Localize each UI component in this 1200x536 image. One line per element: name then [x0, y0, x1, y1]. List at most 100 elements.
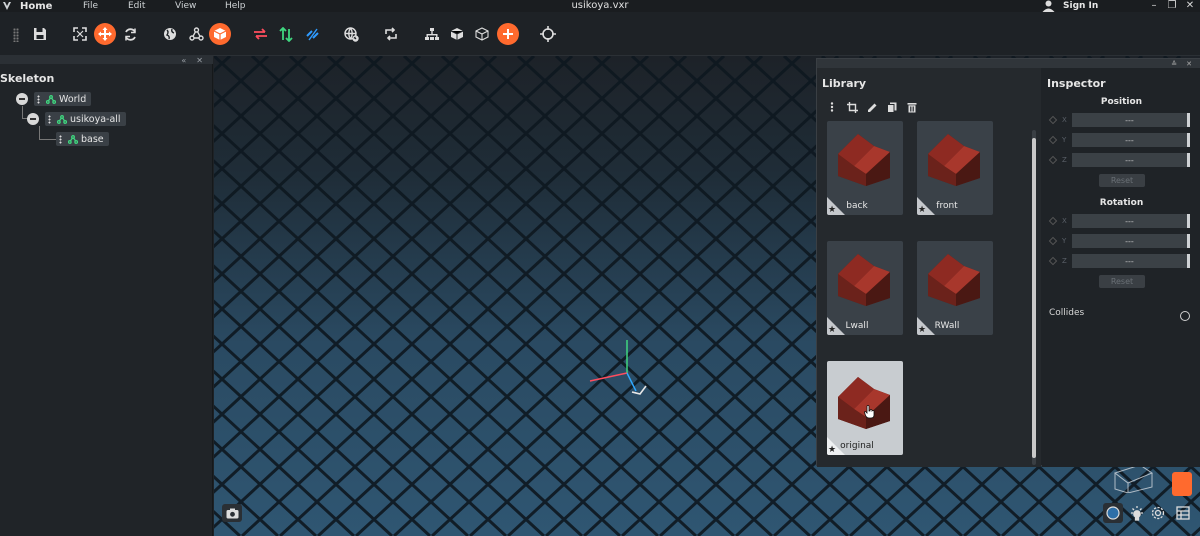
star-icon[interactable]: ★ [918, 325, 926, 335]
keyframe-diamond-icon[interactable] [1048, 135, 1058, 145]
close-window-icon[interactable]: ✕ [1186, 60, 1192, 68]
minimize-icon[interactable]: – [1146, 0, 1162, 12]
floating-window-header[interactable]: ≙ ✕ [817, 59, 1200, 68]
tree-icon[interactable] [421, 23, 443, 45]
rotation-y-field[interactable]: Y --- [1048, 234, 1190, 248]
skeleton-title: Skeleton [0, 72, 55, 85]
shading-button[interactable] [1103, 503, 1123, 523]
tree-node-label[interactable]: usikoya-all [45, 112, 126, 126]
home-menu[interactable]: Home [20, 1, 66, 12]
star-icon[interactable]: ★ [828, 445, 836, 455]
tree-node-world[interactable]: World [16, 92, 92, 106]
app-logo-icon [0, 0, 14, 12]
position-y-input[interactable]: --- [1072, 133, 1190, 147]
wire-cube-icon[interactable] [471, 23, 493, 45]
screenshot-button[interactable] [222, 504, 242, 522]
refresh-icon[interactable] [380, 23, 402, 45]
restore-icon[interactable]: ❐ [1164, 0, 1180, 12]
keyframe-diamond-icon[interactable] [1048, 256, 1058, 266]
rotation-x-field[interactable]: X --- [1048, 214, 1190, 228]
drag-handle-icon[interactable] [59, 134, 62, 144]
crosshair-icon[interactable] [537, 23, 559, 45]
library-item-rwall[interactable]: RWall ★ [917, 241, 993, 335]
rotation-x-input[interactable]: --- [1072, 214, 1190, 228]
gear-icon [1151, 506, 1165, 520]
skeleton-panel-header: « ✕ [0, 56, 213, 65]
keyframe-diamond-icon[interactable] [1048, 115, 1058, 125]
copy-icon[interactable] [885, 100, 899, 114]
library-title: Library [822, 77, 867, 90]
position-x-field[interactable]: X --- [1048, 113, 1190, 127]
voxel-cube-icon[interactable] [209, 23, 231, 45]
toolbar [0, 12, 1200, 56]
hierarchy-icon[interactable] [185, 23, 207, 45]
sign-in-label: Sign In [1063, 1, 1099, 11]
tree-node-label[interactable]: base [56, 132, 109, 146]
add-icon[interactable] [497, 23, 519, 45]
lighting-button[interactable] [1127, 503, 1147, 523]
solid-cube-icon[interactable] [446, 23, 468, 45]
bone-icon [46, 94, 56, 104]
library-item-lwall[interactable]: Lwall ★ [827, 241, 903, 335]
axis-marker [1172, 472, 1192, 496]
rotation-section-title: Rotation [1099, 198, 1144, 208]
keyframe-diamond-icon[interactable] [1048, 155, 1058, 165]
rotation-reset-button[interactable]: Reset [1099, 275, 1145, 288]
drag-handle-icon[interactable] [37, 94, 40, 104]
tree-node-usikoya-all[interactable]: usikoya-all [27, 112, 126, 126]
library-scrollbar-thumb[interactable] [1032, 138, 1036, 458]
star-icon[interactable]: ★ [828, 205, 836, 215]
fit-view-icon[interactable] [69, 23, 91, 45]
menu-view[interactable]: View [175, 1, 196, 11]
transform-gizmo[interactable] [584, 336, 654, 400]
globe-icon[interactable] [159, 23, 181, 45]
menu-file[interactable]: File [83, 1, 98, 11]
crop-icon[interactable] [845, 100, 859, 114]
menu-edit[interactable]: Edit [128, 1, 145, 11]
move-tool-icon[interactable] [94, 23, 116, 45]
sort-icon[interactable] [275, 23, 297, 45]
collides-toggle[interactable] [1180, 311, 1190, 321]
library-inspector-window: ≙ ✕ Library back ★ front ★ Lwall ★ RWall… [816, 58, 1200, 467]
position-z-field[interactable]: Z --- [1048, 153, 1190, 167]
rotation-z-field[interactable]: Z --- [1048, 254, 1190, 268]
link-icon[interactable] [301, 23, 323, 45]
close-panel-icon[interactable]: ✕ [196, 56, 203, 65]
world-refresh-icon[interactable] [340, 23, 362, 45]
pin-window-icon[interactable]: ≙ [1171, 60, 1177, 68]
drag-handle-icon[interactable] [48, 114, 51, 124]
library-item-front[interactable]: front ★ [917, 121, 993, 215]
library-panel: Library back ★ front ★ Lwall ★ RWall ★ o… [817, 68, 1041, 467]
rotation-y-input[interactable]: --- [1072, 234, 1190, 248]
collapse-toggle-icon[interactable] [16, 93, 28, 105]
more-icon[interactable] [825, 100, 839, 114]
library-item-back[interactable]: back ★ [827, 121, 903, 215]
edit-icon[interactable] [865, 100, 879, 114]
grid-toggle-button[interactable] [1173, 503, 1193, 523]
menu-help[interactable]: Help [225, 1, 246, 11]
delete-icon[interactable] [905, 100, 919, 114]
library-item-original[interactable]: original ★ [827, 361, 903, 455]
keyframe-diamond-icon[interactable] [1048, 236, 1058, 246]
settings-button[interactable] [1148, 503, 1168, 523]
close-icon[interactable]: ✕ [1182, 0, 1198, 12]
collapse-panel-icon[interactable]: « [181, 56, 186, 65]
star-icon[interactable]: ★ [828, 325, 836, 335]
toolbar-grip[interactable] [13, 28, 19, 42]
keyframe-diamond-icon[interactable] [1048, 216, 1058, 226]
swap-icon[interactable] [249, 23, 271, 45]
rotation-z-input[interactable]: --- [1072, 254, 1190, 268]
star-icon[interactable]: ★ [918, 205, 926, 215]
rotate-tool-icon[interactable] [119, 23, 141, 45]
tree-node-base[interactable]: base [50, 132, 109, 146]
position-x-input[interactable]: --- [1072, 113, 1190, 127]
axis-label: Z [1062, 257, 1067, 265]
sign-in-button[interactable]: Sign In [1042, 0, 1098, 12]
position-reset-button[interactable]: Reset [1099, 174, 1145, 187]
position-z-input[interactable]: --- [1072, 153, 1190, 167]
save-icon[interactable] [29, 23, 51, 45]
collapse-toggle-icon[interactable] [27, 113, 39, 125]
position-y-field[interactable]: Y --- [1048, 133, 1190, 147]
tree-node-label[interactable]: World [34, 92, 92, 106]
skeleton-panel: « ✕ Skeleton World usikoya-all base [0, 56, 213, 536]
